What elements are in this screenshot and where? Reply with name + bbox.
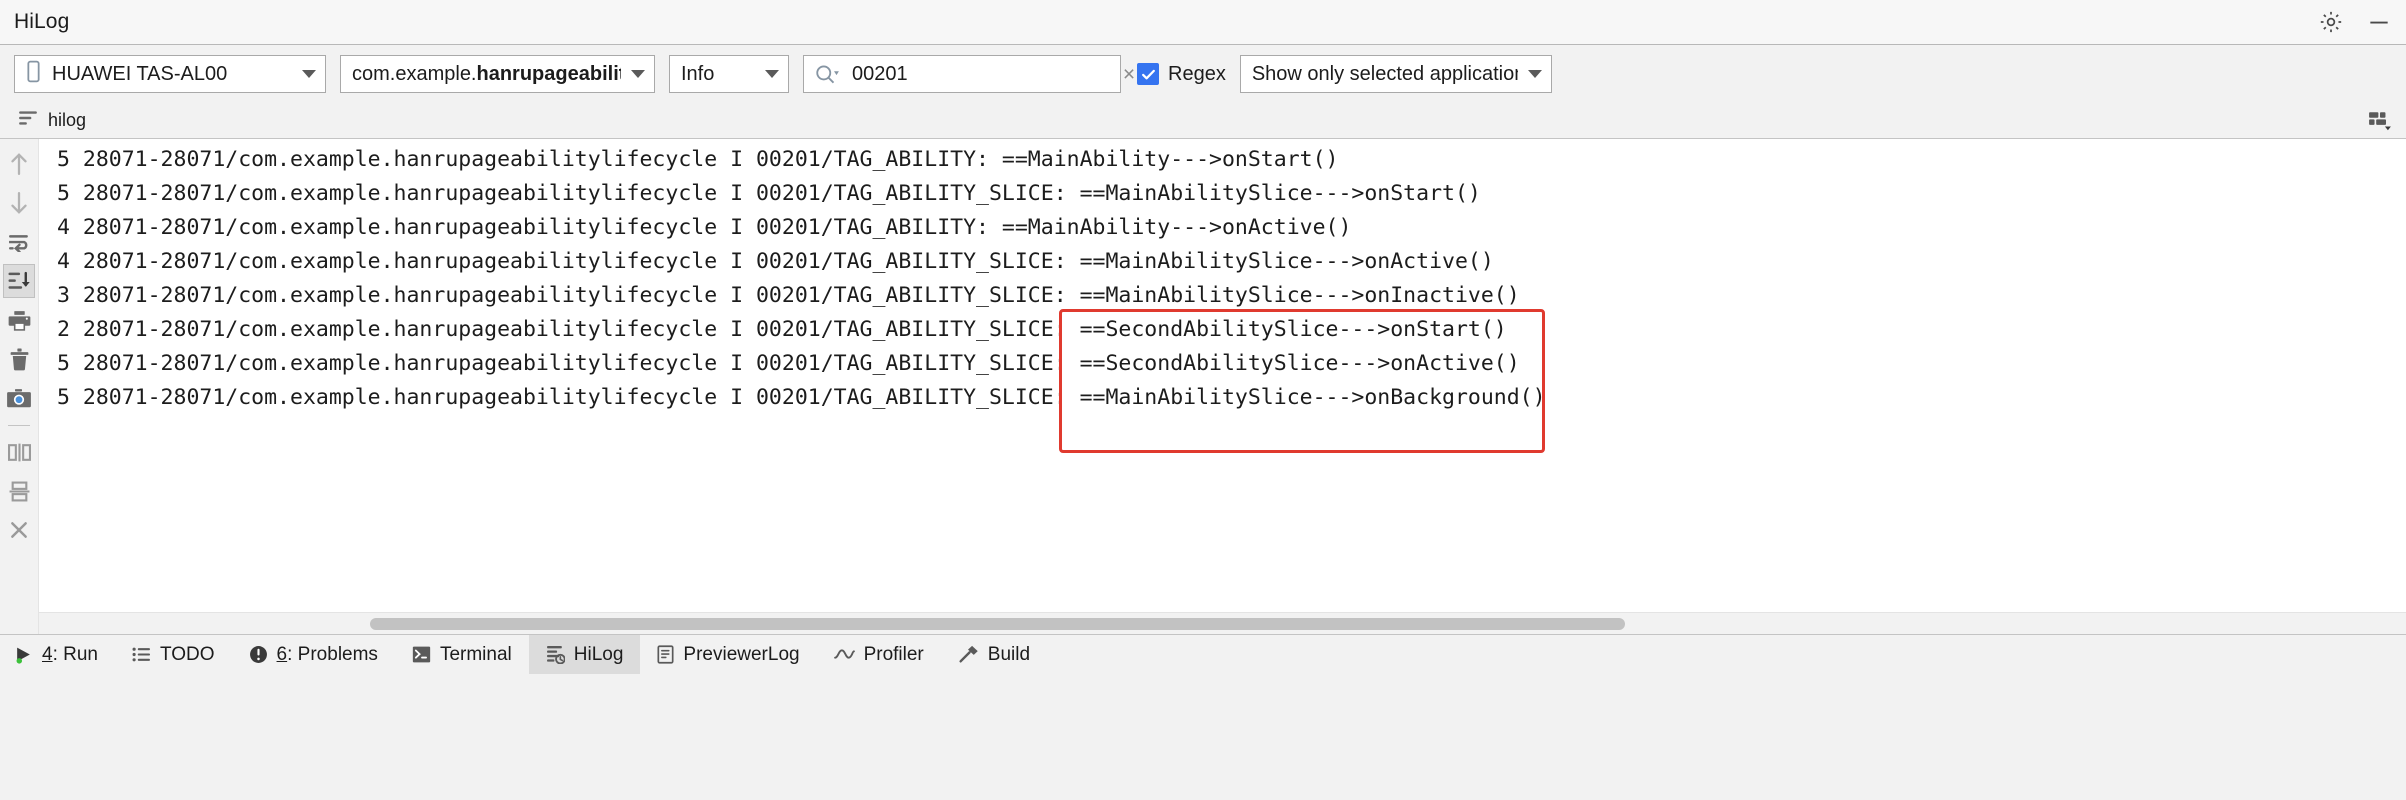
status-tab-problems-label: 6: Problems xyxy=(276,643,378,665)
device-selector[interactable]: HUAWEI TAS-AL00 xyxy=(14,55,326,93)
search-input[interactable] xyxy=(852,62,1117,86)
split-vertically-button[interactable] xyxy=(3,435,35,469)
log-line[interactable]: 5 28071-28071/com.example.hanrupageabili… xyxy=(39,143,2406,177)
horizontal-scrollbar[interactable] xyxy=(39,612,2406,634)
log-level-selector[interactable]: Info xyxy=(669,55,789,93)
window-titlebar: HiLog xyxy=(0,0,2406,45)
phone-icon xyxy=(26,60,41,88)
status-tab-run[interactable]: 4: Run xyxy=(0,635,115,674)
close-icon[interactable] xyxy=(3,513,35,547)
status-tab-run-label: 4: Run xyxy=(42,643,98,665)
log-line[interactable]: 5 28071-28071/com.example.hanrupageabili… xyxy=(39,347,2406,381)
clear-all-button[interactable] xyxy=(3,342,35,376)
hilog-icon xyxy=(546,645,565,664)
regex-checkbox-group[interactable]: Regex xyxy=(1137,63,1226,86)
settings-icon[interactable] xyxy=(2318,9,2344,35)
todo-list-icon xyxy=(132,646,151,663)
package-selector-value: com.example.hanrupageabilitylif xyxy=(352,63,621,86)
minimize-icon[interactable] xyxy=(2366,9,2392,35)
tab-hilog[interactable]: hilog xyxy=(18,110,86,131)
split-horizontally-button[interactable] xyxy=(3,474,35,508)
status-tab-terminal-label: Terminal xyxy=(439,643,512,665)
log-line[interactable]: 2 28071-28071/com.example.hanrupageabili… xyxy=(39,313,2406,347)
titlebar-actions xyxy=(2318,0,2392,44)
status-tab-build-label: Build xyxy=(987,643,1031,665)
package-selector[interactable]: com.example.hanrupageabilitylif xyxy=(340,55,655,93)
chevron-down-icon xyxy=(1527,70,1542,78)
regex-checkbox[interactable] xyxy=(1137,63,1159,85)
status-tab-previewerlog-label: PreviewerLog xyxy=(683,643,800,665)
status-tab-profiler-label: Profiler xyxy=(863,643,924,665)
log-tab-row: hilog xyxy=(0,103,2406,139)
scroll-to-end-button[interactable] xyxy=(3,264,35,298)
log-line[interactable]: 4 28071-28071/com.example.hanrupageabili… xyxy=(39,211,2406,245)
status-tab-previewerlog[interactable]: PreviewerLog xyxy=(640,635,816,674)
scope-selector-value: Show only selected application xyxy=(1251,62,1518,85)
bottom-status-bar: 4: Run TODO 6: Problems Terminal HiLog Previe… xyxy=(0,634,2406,674)
scroll-up-button[interactable] xyxy=(3,147,35,181)
page-title: HiLog xyxy=(14,10,70,33)
tab-hilog-label: hilog xyxy=(48,110,87,130)
chevron-down-icon xyxy=(302,70,316,78)
status-tab-problems[interactable]: 6: Problems xyxy=(232,635,395,674)
log-line[interactable]: 3 28071-28071/com.example.hanrupageabili… xyxy=(39,279,2406,313)
problems-warning-icon xyxy=(249,645,268,664)
profiler-icon xyxy=(833,647,855,662)
package-prefix: com.example. xyxy=(352,62,477,85)
log-gutter-toolbar xyxy=(0,139,38,634)
scope-selector[interactable]: Show only selected application xyxy=(1239,55,1552,93)
hammer-build-icon xyxy=(958,645,979,664)
horizontal-scrollbar-thumb[interactable] xyxy=(370,618,1625,630)
log-output-pane[interactable]: 5 28071-28071/com.example.hanrupageabili… xyxy=(38,139,2406,634)
status-tab-terminal[interactable]: Terminal xyxy=(395,635,529,674)
status-tab-todo-label: TODO xyxy=(160,643,215,665)
screenshot-button[interactable] xyxy=(3,381,35,415)
regex-label: Regex xyxy=(1168,62,1226,85)
log-line[interactable]: 4 28071-28071/com.example.hanrupageabili… xyxy=(39,245,2406,279)
status-tab-build[interactable]: Build xyxy=(941,635,1047,674)
run-icon xyxy=(14,645,33,664)
package-name: hanrupageabilitylif xyxy=(476,62,622,85)
status-tab-hilog-label: HiLog xyxy=(573,643,624,665)
chevron-down-icon xyxy=(631,70,645,78)
log-body: 5 28071-28071/com.example.hanrupageabili… xyxy=(0,139,2406,634)
filter-toolbar: HUAWEI TAS-AL00 com.example.hanrupageabi… xyxy=(0,45,2406,103)
print-button[interactable] xyxy=(3,303,35,337)
soft-wrap-button[interactable] xyxy=(3,225,35,259)
scroll-down-button[interactable] xyxy=(3,186,35,220)
status-tab-todo[interactable]: TODO xyxy=(115,635,232,674)
gutter-divider xyxy=(8,425,30,426)
search-box[interactable]: × xyxy=(803,55,1135,93)
status-tab-hilog[interactable]: HiLog xyxy=(528,635,641,674)
previewer-log-icon xyxy=(657,645,674,664)
log-level-value: Info xyxy=(681,62,715,85)
log-line[interactable]: 5 28071-28071/com.example.hanrupageabili… xyxy=(39,177,2406,211)
status-tab-profiler[interactable]: Profiler xyxy=(817,635,941,674)
terminal-icon xyxy=(412,645,431,664)
log-lines: 5 28071-28071/com.example.hanrupageabili… xyxy=(39,139,2406,415)
device-selector-value: HUAWEI TAS-AL00 xyxy=(52,62,228,85)
layout-settings-icon[interactable] xyxy=(2368,111,2392,131)
log-filter-icon xyxy=(18,110,38,131)
chevron-down-icon xyxy=(765,70,779,78)
search-icon[interactable] xyxy=(814,63,840,85)
log-line[interactable]: 5 28071-28071/com.example.hanrupageabili… xyxy=(39,381,2406,415)
